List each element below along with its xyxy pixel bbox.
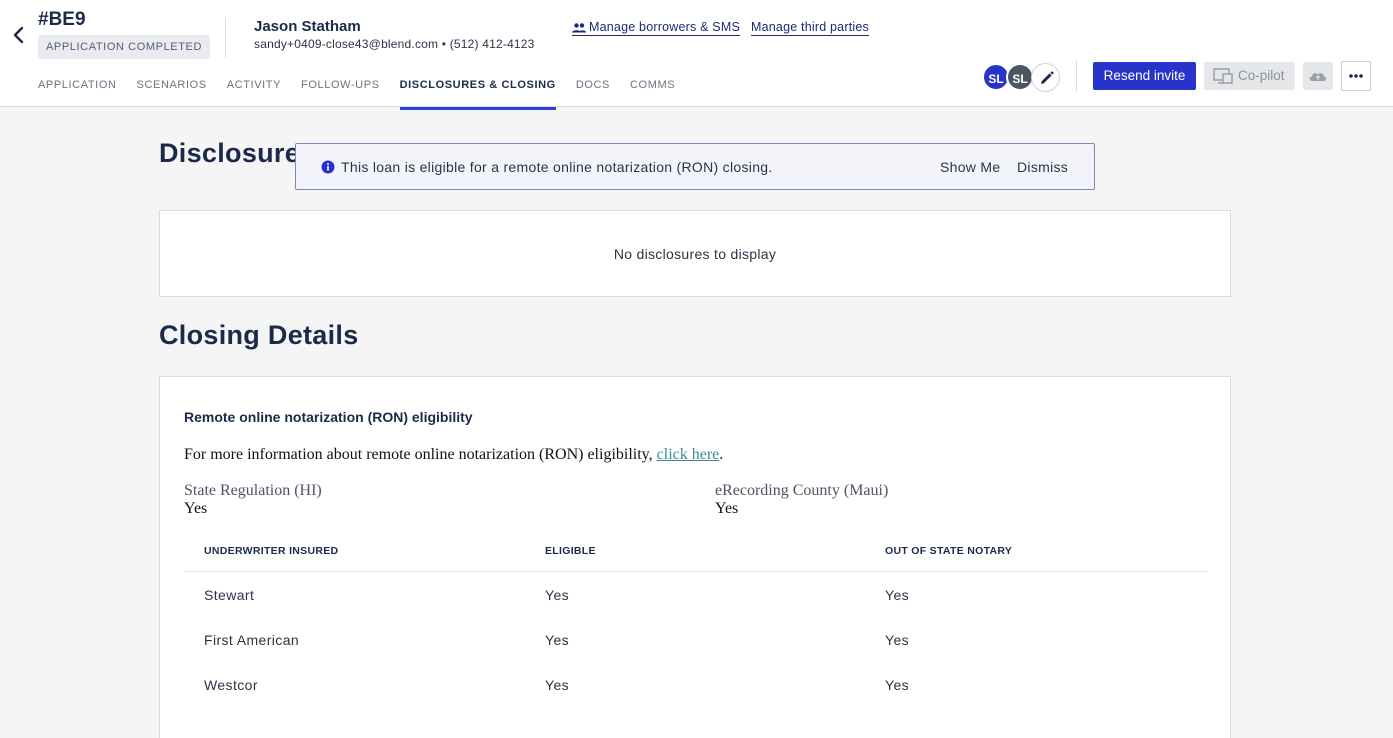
resend-invite-button[interactable]: Resend invite (1093, 62, 1196, 90)
application-id: #BE9 (38, 9, 86, 30)
disclosures-card: No disclosures to display (159, 210, 1231, 297)
erecording-county-label: eRecording County (Maui) (715, 482, 889, 499)
state-regulation-value: Yes (184, 500, 208, 517)
click-here-link[interactable]: click here (657, 446, 720, 463)
state-regulation-label: State Regulation (HI) (184, 482, 322, 499)
tab-follow-ups[interactable]: FOLLOW-UPS (301, 78, 380, 107)
info-icon (321, 160, 335, 174)
ron-info-prefix: For more information about remote online… (184, 446, 657, 463)
manage-borrowers-label: Manage borrowers & SMS (589, 20, 740, 34)
dismiss-button[interactable]: Dismiss (1017, 159, 1068, 175)
notary-cell: Yes (885, 632, 910, 648)
pencil-icon (1041, 71, 1054, 84)
disclosures-title: Disclosures (159, 138, 316, 168)
underwriter-cell: Stewart (204, 587, 255, 603)
screen-share-icon (1213, 68, 1233, 84)
table-header-divider (184, 571, 1208, 572)
eligible-cell: Yes (545, 632, 570, 648)
borrower-name: Jason Statham (254, 18, 361, 35)
tab-activity[interactable]: ACTIVITY (227, 78, 281, 107)
eligible-cell: Yes (545, 677, 570, 693)
tab-docs[interactable]: DOCS (576, 78, 610, 107)
underwriter-cell: First American (204, 632, 300, 648)
tab-application[interactable]: APPLICATION (38, 78, 117, 107)
erecording-county-value: Yes (715, 500, 739, 517)
notary-cell: Yes (885, 587, 910, 603)
edit-assignees-button[interactable] (1031, 63, 1060, 92)
closing-details-card: Remote online notarization (RON) eligibi… (159, 376, 1231, 738)
eligible-cell: Yes (545, 587, 570, 603)
manage-borrowers-link[interactable]: Manage borrowers & SMS (572, 20, 740, 36)
tab-comms[interactable]: COMMS (630, 78, 675, 107)
header-divider (225, 18, 226, 58)
borrower-contact: sandy+0409-close43@blend.com • (512) 412… (254, 37, 535, 51)
closing-details-title: Closing Details (159, 320, 359, 350)
banner-message: This loan is eligible for a remote onlin… (341, 159, 773, 175)
underwriter-cell: Westcor (204, 677, 258, 693)
copilot-label: Co-pilot (1238, 68, 1285, 83)
tab-scenarios[interactable]: SCENARIOS (137, 78, 207, 107)
column-header-underwriter: UNDERWRITER INSURED (204, 545, 339, 557)
more-horizontal-icon (1349, 74, 1363, 78)
actions-divider (1076, 60, 1077, 92)
show-me-button[interactable]: Show Me (940, 159, 1000, 175)
avatar[interactable]: SL (1006, 63, 1034, 91)
ron-eligibility-banner: This loan is eligible for a remote onlin… (295, 143, 1095, 190)
status-badge: APPLICATION COMPLETED (38, 35, 211, 59)
chevron-left-icon (13, 26, 24, 44)
column-header-out-of-state-notary: OUT OF STATE NOTARY (885, 545, 1013, 557)
manage-third-parties-link[interactable]: Manage third parties (751, 20, 869, 36)
tab-disclosures-closing[interactable]: DISCLOSURES & CLOSING (399, 78, 557, 110)
ron-info-suffix: . (719, 446, 724, 463)
ron-info-text: For more information about remote online… (184, 446, 723, 464)
copilot-button[interactable]: Co-pilot (1204, 62, 1295, 90)
page-header: #BE9 APPLICATION COMPLETED Jason Statham… (0, 0, 1393, 110)
more-options-button[interactable] (1341, 61, 1371, 91)
notary-cell: Yes (885, 677, 910, 693)
cloud-upload-icon (1309, 73, 1327, 81)
column-header-eligible: ELIGIBLE (545, 545, 596, 557)
cloud-upload-button[interactable] (1303, 62, 1333, 90)
back-button[interactable] (8, 24, 30, 46)
ron-eligibility-heading: Remote online notarization (RON) eligibi… (184, 409, 473, 425)
tab-bar: APPLICATION SCENARIOS ACTIVITY FOLLOW-UP… (38, 78, 695, 110)
people-icon (572, 23, 586, 33)
empty-disclosures-message: No disclosures to display (613, 246, 777, 262)
